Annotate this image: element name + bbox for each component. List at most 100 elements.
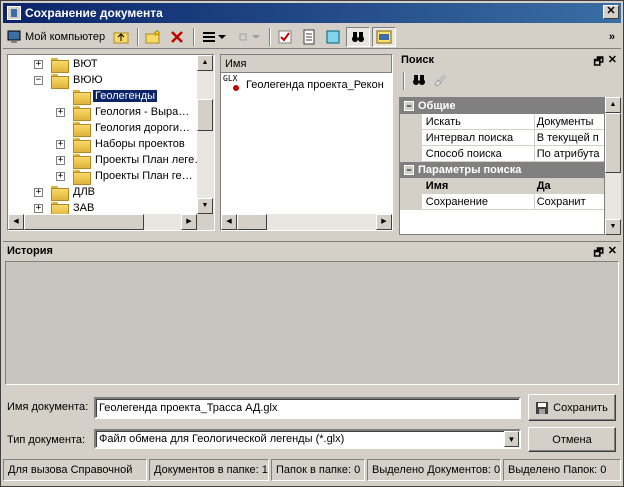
search-scroll-thumb[interactable] xyxy=(605,113,621,173)
grid-property-value[interactable]: Да xyxy=(535,178,604,193)
history-list[interactable] xyxy=(5,261,619,385)
grid-row[interactable]: Имя Да xyxy=(400,178,604,194)
scroll-left-arrow-icon[interactable]: ◀ xyxy=(8,214,24,230)
scroll-down-arrow-icon[interactable]: ▼ xyxy=(605,219,621,235)
list-horizontal-scrollbar[interactable]: ◀ ▶ xyxy=(221,214,392,230)
grid-property-value[interactable]: Документы xyxy=(535,114,604,129)
view-mode-button[interactable] xyxy=(198,27,230,47)
column-header-name[interactable]: Имя xyxy=(225,55,392,72)
search-toggle-button[interactable] xyxy=(346,26,371,47)
tree-expander-icon[interactable]: + xyxy=(56,139,65,149)
tree-horizontal-scrollbar[interactable]: ◀ ▶ xyxy=(8,214,197,230)
binoculars-icon xyxy=(350,29,366,45)
tree-expander-icon[interactable]: + xyxy=(56,107,65,117)
tree-hscroll-thumb[interactable] xyxy=(24,214,144,230)
history-title: История xyxy=(7,244,53,257)
clear-brush-icon[interactable] xyxy=(433,72,449,91)
tree-item[interactable]: + Проекты План леге… xyxy=(56,152,207,169)
history-panel-title-bar: История 🗗 ✕ xyxy=(3,241,621,259)
dropdown-arrow-icon[interactable] xyxy=(251,29,261,45)
cancel-button[interactable]: Отмена xyxy=(528,427,616,452)
chevron-down-icon[interactable]: ▼ xyxy=(504,431,519,447)
float-panel-icon[interactable]: 🗗 xyxy=(593,53,603,72)
delete-button[interactable] xyxy=(166,27,188,47)
grid-row[interactable]: Искать Документы xyxy=(400,114,604,130)
folder-icon xyxy=(73,89,91,105)
folder-icon xyxy=(51,201,69,217)
tree-item-label: Проекты План ге… xyxy=(95,170,193,182)
history-toggle-button[interactable] xyxy=(372,26,397,47)
new-folder-button[interactable] xyxy=(142,27,164,47)
search-grid-scrollbar[interactable]: ▲ ▼ xyxy=(605,97,621,235)
preview-icon xyxy=(325,29,341,45)
file-name: Геолегенда проекта_Рекон xyxy=(246,79,384,91)
tree-expander-icon[interactable]: + xyxy=(34,59,43,69)
tree-item[interactable]: + ДЛВ xyxy=(34,184,97,201)
folder-up-icon xyxy=(113,29,129,45)
grid-row[interactable]: Способ поиска По атрибута xyxy=(400,146,604,162)
tree-expander-icon[interactable]: + xyxy=(56,171,65,181)
grid-row[interactable]: Интервал поиска В текущей п xyxy=(400,130,604,146)
status-help-hint: Для вызова Справочной xyxy=(3,459,147,481)
grid-property-value[interactable]: По атрибута xyxy=(535,146,604,161)
toolbar-separator xyxy=(137,27,140,46)
tree-item[interactable]: − ВЮЮ xyxy=(34,72,105,89)
search-property-grid[interactable]: − Общие Искать Документы Интервал поиска В те… xyxy=(399,97,605,235)
toolbar-separator xyxy=(269,27,272,46)
tree-item[interactable]: Геолегенды xyxy=(56,88,158,105)
scroll-down-arrow-icon[interactable]: ▼ xyxy=(197,198,213,214)
dropdown-arrow-icon[interactable] xyxy=(217,29,227,45)
tree-item[interactable]: Геология дороги… xyxy=(56,120,192,137)
title-bar[interactable]: Сохранение документа ✕ xyxy=(3,3,621,23)
collapse-icon[interactable]: − xyxy=(404,101,414,111)
grid-row[interactable]: Сохранение Сохранит xyxy=(400,194,604,210)
doc-type-selected-value: Файл обмена для Геологической легенды (*… xyxy=(99,433,345,445)
grid-property-value[interactable]: В текущей п xyxy=(535,130,604,145)
status-selected-folders: Выделено Папок: 0 xyxy=(503,459,621,481)
floppy-disk-icon xyxy=(536,401,549,414)
scroll-right-arrow-icon[interactable]: ▶ xyxy=(376,214,392,230)
filter-icon xyxy=(235,29,251,45)
grid-category[interactable]: − Параметры поиска xyxy=(400,162,604,178)
tree-item[interactable]: + Геология - Выра… xyxy=(56,104,191,121)
window-app-icon xyxy=(7,6,21,20)
search-panel-title: Поиск xyxy=(401,54,435,66)
tree-expander-icon[interactable]: − xyxy=(34,75,43,85)
list-hscroll-thumb[interactable] xyxy=(237,214,267,230)
tree-vertical-scrollbar[interactable]: ▲ ▼ xyxy=(197,55,214,214)
status-selected-documents: Выделено Документов: 0 xyxy=(367,459,501,481)
file-list-item[interactable]: GLX Геолегенда проекта_Рекон xyxy=(223,74,384,93)
tree-expander-icon[interactable]: + xyxy=(34,203,43,213)
scroll-up-arrow-icon[interactable]: ▲ xyxy=(605,97,621,113)
close-panel-icon[interactable]: ✕ xyxy=(608,53,617,72)
toolbar-overflow-button[interactable]: » xyxy=(609,31,615,43)
preview-button[interactable] xyxy=(322,27,344,47)
doc-name-input[interactable]: Геолегенда проекта_Трасса АД.glx xyxy=(94,397,521,419)
window-close-button[interactable]: ✕ xyxy=(603,5,619,19)
tree-item-label: Геолегенды xyxy=(93,90,158,102)
tree-item[interactable]: + ВЮТ xyxy=(34,56,100,73)
properties-button[interactable] xyxy=(298,27,320,47)
search-binoculars-icon[interactable] xyxy=(411,72,427,91)
scroll-right-arrow-icon[interactable]: ▶ xyxy=(181,214,197,230)
document-icon xyxy=(301,29,317,45)
tree-expander-icon[interactable]: + xyxy=(56,155,65,165)
tree-item[interactable]: + Наборы проектов xyxy=(56,136,187,153)
scroll-left-arrow-icon[interactable]: ◀ xyxy=(221,214,237,230)
grid-category[interactable]: − Общие xyxy=(400,98,604,114)
tree-scroll-thumb[interactable] xyxy=(197,99,213,131)
my-computer-button[interactable]: Мой компьютер xyxy=(3,27,108,47)
tree-item[interactable]: + Проекты План ге… xyxy=(56,168,195,185)
doc-type-select[interactable]: Файл обмена для Геологической легенды (*… xyxy=(94,429,521,449)
scroll-up-arrow-icon[interactable]: ▲ xyxy=(197,55,213,71)
collapse-icon[interactable]: − xyxy=(404,165,414,175)
tree-item-label: Геология - Выра… xyxy=(95,106,190,118)
up-folder-button[interactable] xyxy=(110,27,132,47)
file-list[interactable]: Имя GLX Геолегенда проекта_Рекон ◀ ▶ xyxy=(220,54,393,231)
filter-button[interactable] xyxy=(232,27,264,47)
grid-property-value[interactable]: Сохранит xyxy=(535,194,604,209)
folder-tree[interactable]: + ВЮТ − ВЮЮ Геолегенды + Геология - Выра… Геоло… xyxy=(7,54,215,231)
tree-expander-icon[interactable]: + xyxy=(34,187,43,197)
save-button[interactable]: Сохранить xyxy=(528,394,616,421)
check-button[interactable] xyxy=(274,27,296,47)
